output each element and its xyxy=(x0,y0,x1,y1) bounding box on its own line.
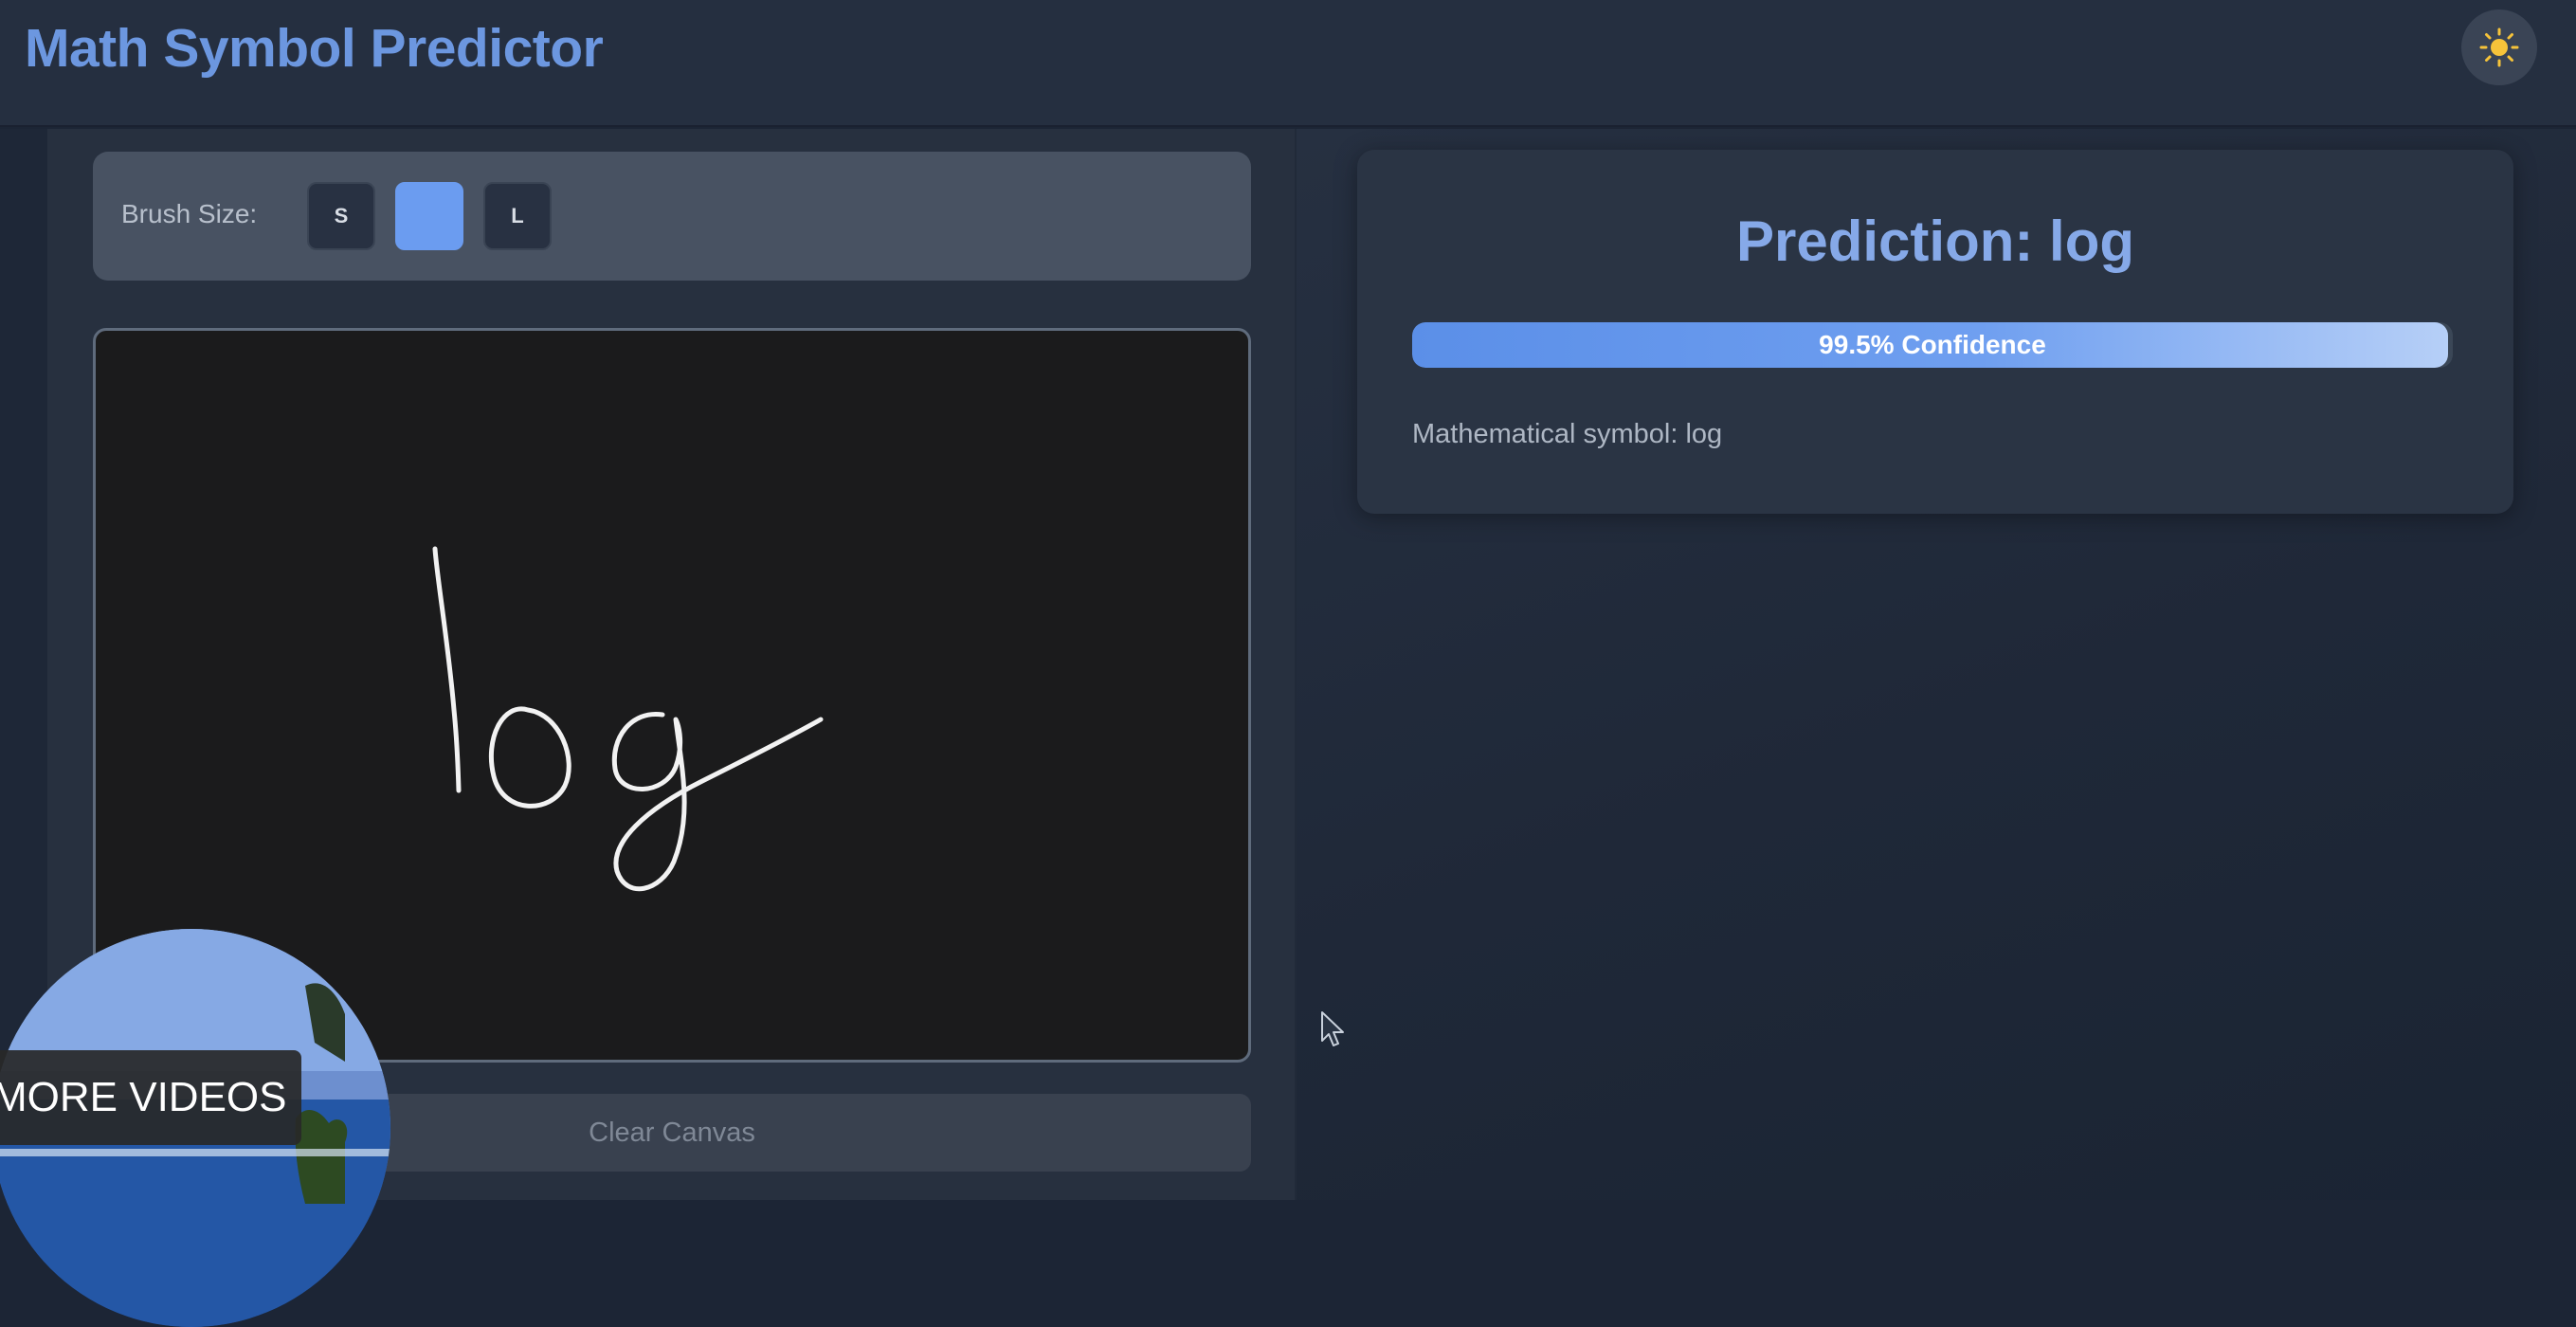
top-bar: Math Symbol Predictor xyxy=(0,0,2576,127)
brush-size-large-button[interactable]: L xyxy=(483,182,552,250)
prediction-title: Prediction: log xyxy=(1736,209,2134,273)
mouse-cursor-icon xyxy=(1321,1011,1344,1046)
theme-toggle-button[interactable] xyxy=(2461,9,2537,85)
more-videos-label: MORE VIDEOS xyxy=(0,1074,287,1120)
more-videos-overlay[interactable]: MORE VIDEOS xyxy=(0,929,390,1327)
symbol-description: Mathematical symbol: log xyxy=(1412,419,1723,449)
brush-size-label: Brush Size: xyxy=(121,199,258,228)
brush-size-bar: Brush Size: S L xyxy=(93,152,1251,281)
app-title: Math Symbol Predictor xyxy=(25,18,604,79)
prediction-card: Prediction: log 99.5% Confidence Mathema… xyxy=(1357,150,2513,514)
more-videos-button[interactable]: MORE VIDEOS xyxy=(0,1050,301,1145)
sun-icon xyxy=(2479,27,2519,67)
brush-size-small-button[interactable]: S xyxy=(307,182,375,250)
confidence-label: 99.5% Confidence xyxy=(1819,330,2046,359)
confidence-bar: 99.5% Confidence xyxy=(1412,322,2453,368)
brush-size-medium-button[interactable] xyxy=(395,182,463,250)
